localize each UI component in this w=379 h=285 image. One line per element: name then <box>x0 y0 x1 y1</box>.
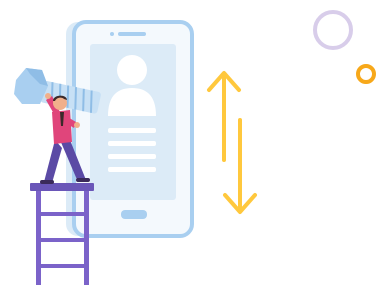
scaffold-rung-3 <box>36 264 89 268</box>
worker-hand <box>74 122 80 128</box>
scaffold-rung-1 <box>36 212 89 216</box>
illustration-canvas <box>0 0 379 285</box>
worker-hand-up <box>45 93 51 99</box>
worker-leg-back <box>44 140 62 183</box>
orange-ring-icon <box>356 64 376 84</box>
scaffold-top <box>30 183 94 191</box>
lavender-ring-icon <box>313 10 353 50</box>
avatar-head <box>117 55 147 85</box>
profile-line-3 <box>108 154 156 159</box>
worker-shoe-left <box>40 180 54 184</box>
profile-line-1 <box>108 128 156 133</box>
worker-shoe-right <box>76 178 90 182</box>
double-vertical-arrow-icon <box>207 71 257 214</box>
phone-home-button <box>121 210 147 219</box>
illustration-svg <box>14 10 376 285</box>
profile-line-2 <box>108 141 156 146</box>
phone-camera <box>110 32 114 36</box>
phone-speaker <box>118 32 146 36</box>
ladder-scaffold-icon <box>30 183 94 285</box>
scaffold-rung-2 <box>36 238 89 242</box>
profile-line-4 <box>108 167 156 172</box>
